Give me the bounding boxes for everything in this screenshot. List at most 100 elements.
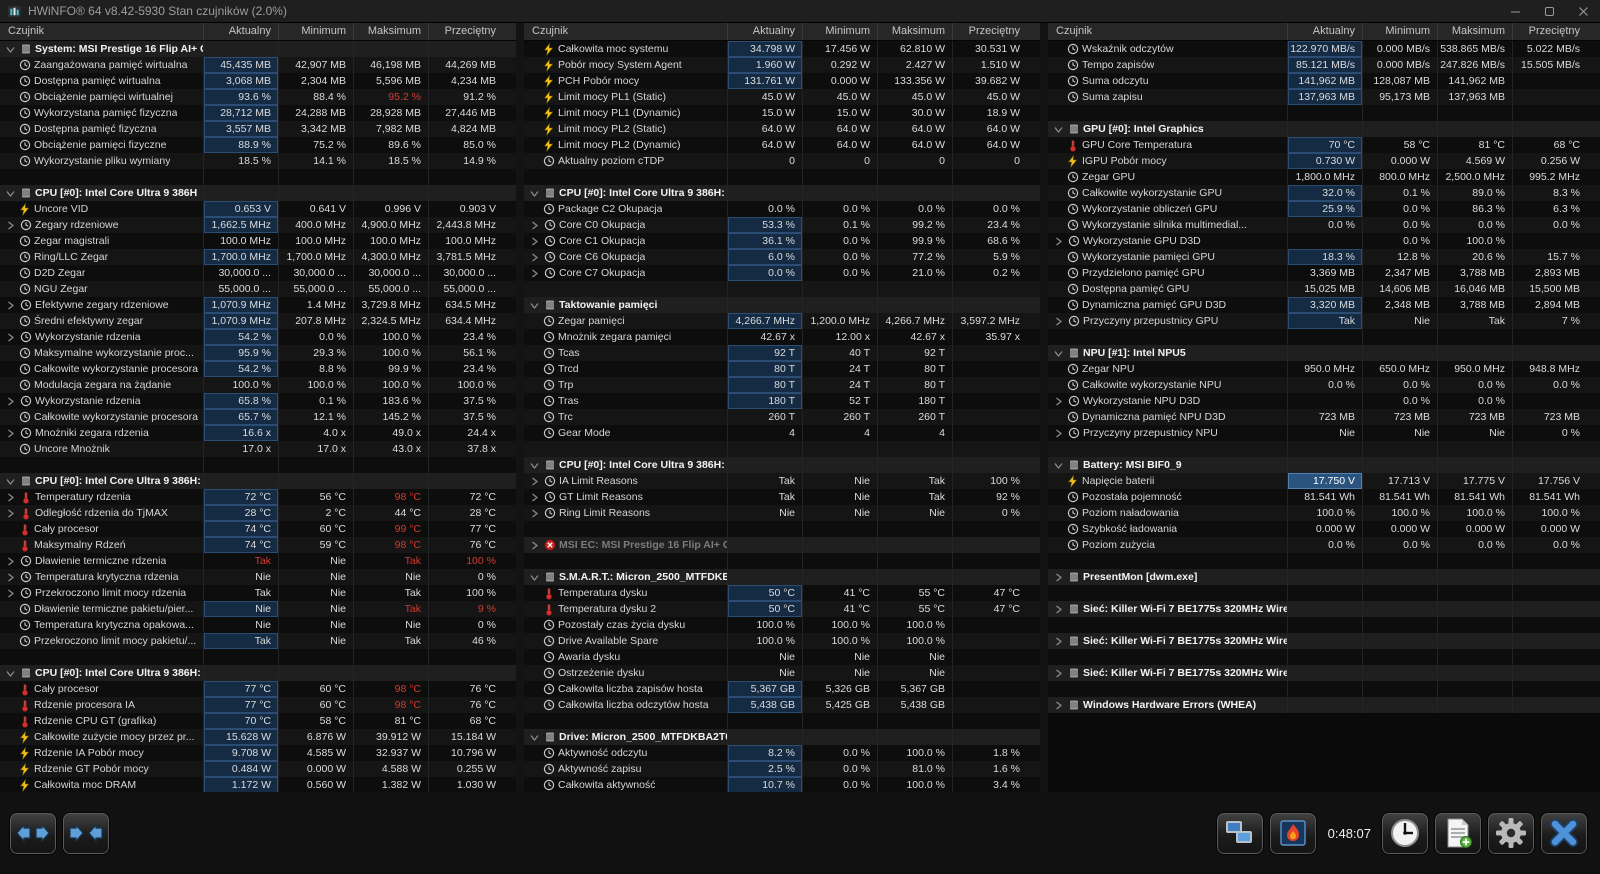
table-row[interactable]: Wykorzystanie NPU D3D0.0 %0.0 % (1048, 393, 1600, 409)
column-header-sensor[interactable]: Czujnik (1048, 23, 1287, 40)
table-row[interactable]: Zegar pamięci4,266.7 MHz1,200.0 MHz4,266… (524, 313, 1040, 329)
table-row[interactable]: Obciążenie pamięci wirtualnej93.6 %88.4 … (0, 89, 516, 105)
table-row[interactable]: Maksymalny Rdzeń74 °C59 °C98 °C76 °C (0, 537, 516, 553)
table-row[interactable]: System: MSI Prestige 16 Flip AI+ C3MTG (0, 41, 516, 57)
table-row[interactable]: Aktywność zapisu2.5 %0.0 %81.0 %1.6 % (524, 761, 1040, 777)
table-row[interactable]: Całkowita moc systemu34.798 W17.456 W62.… (524, 41, 1040, 57)
table-row[interactable]: Pozostały czas życia dysku100.0 %100.0 %… (524, 617, 1040, 633)
table-row[interactable]: Dynamiczna pamięć GPU D3D3,320 MB2,348 M… (1048, 297, 1600, 313)
table-row[interactable]: Limit mocy PL1 (Dynamic)15.0 W15.0 W30.0… (524, 105, 1040, 121)
column-header-value[interactable]: Przeciętny (428, 23, 503, 40)
column-header-value[interactable]: Minimum (802, 23, 877, 40)
table-row[interactable]: Temperatura krytyczna opakowa...NieNieNi… (0, 617, 516, 633)
table-row[interactable]: Wykorzystanie pliku wymiany18.5 %14.1 %1… (0, 153, 516, 169)
table-row[interactable]: Pobór mocy System Agent1.960 W0.292 W2.4… (524, 57, 1040, 73)
table-row[interactable]: Trcd80 T24 T80 T (524, 361, 1040, 377)
table-row[interactable]: Trc260 T260 T260 T (524, 409, 1040, 425)
table-row[interactable]: Dławienie termiczne rdzeniaTakNieTak100 … (0, 553, 516, 569)
collapse-toggle[interactable] (528, 731, 540, 743)
table-row[interactable]: Całkowita liczba odczytów hosta5,438 GB5… (524, 697, 1040, 713)
collapse-toggle[interactable] (528, 571, 540, 583)
table-row[interactable]: Drive Available Spare100.0 %100.0 %100.0… (524, 633, 1040, 649)
table-row[interactable]: Cały procesor77 °C60 °C98 °C76 °C (0, 681, 516, 697)
table-row[interactable]: Core C1 Okupacja36.1 %0.0 %99.9 %68.6 % (524, 233, 1040, 249)
table-row[interactable]: Ring Limit ReasonsNieNieNie0 % (524, 505, 1040, 521)
table-row[interactable]: Temperatura krytyczna rdzeniaNieNieNie0 … (0, 569, 516, 585)
table-row[interactable]: Suma zapisu137,963 MB95,173 MB137,963 MB (1048, 89, 1600, 105)
table-row[interactable]: Całkowita aktywność10.7 %0.0 %100.0 %3.4… (524, 777, 1040, 792)
table-row[interactable]: Zaangażowana pamięć wirtualna45,435 MB42… (0, 57, 516, 73)
table-row[interactable]: Średni efektywny zegar1,070.9 MHz207.8 M… (0, 313, 516, 329)
collapse-toggle[interactable] (1052, 123, 1064, 135)
table-row[interactable]: Całkowite wykorzystanie procesora65.7 %1… (0, 409, 516, 425)
table-row[interactable]: Całkowita liczba zapisów hosta5,367 GB5,… (524, 681, 1040, 697)
table-row[interactable]: Poziom zużycia0.0 %0.0 %0.0 %0.0 % (1048, 537, 1600, 553)
table-row[interactable]: Aktywność odczytu8.2 %0.0 %100.0 %1.8 % (524, 745, 1040, 761)
collapse-toggle[interactable] (4, 475, 16, 487)
table-row[interactable]: Przekroczono limit mocy pakietu/...TakNi… (0, 633, 516, 649)
expand-toggle[interactable] (528, 507, 540, 519)
remote-sensors-button[interactable] (1216, 812, 1264, 855)
table-row[interactable]: Rdzenie GT Pobór mocy0.484 W0.000 W4.588… (0, 761, 516, 777)
table-row[interactable]: Całkowita moc DRAM1.172 W0.560 W1.382 W1… (0, 777, 516, 792)
table-row[interactable]: CPU [#0]: Intel Core Ultra 9 386H: Enhan… (0, 665, 516, 681)
expand-toggle[interactable] (528, 219, 540, 231)
table-row[interactable]: Package C2 Okupacja0.0 %0.0 %0.0 %0.0 % (524, 201, 1040, 217)
table-row[interactable]: PresentMon [dwm.exe] (1048, 569, 1600, 585)
collapse-toggle[interactable] (4, 43, 16, 55)
table-row[interactable]: Całkowite zużycie mocy przez pr...15.628… (0, 729, 516, 745)
table-row[interactable]: Dławienie termiczne pakietu/pier...NieNi… (0, 601, 516, 617)
clock-button[interactable] (1381, 812, 1429, 855)
table-row[interactable]: Wykorzystanie silnika multimedial...0.0 … (1048, 217, 1600, 233)
expand-toggle[interactable] (4, 395, 16, 407)
expand-toggle[interactable] (528, 235, 540, 247)
table-row[interactable]: Core C7 Okupacja0.0 %0.0 %21.0 %0.2 % (524, 265, 1040, 281)
table-row[interactable]: Temperatura dysku50 °C41 °C55 °C47 °C (524, 585, 1040, 601)
table-row[interactable]: Dynamiczna pamięć NPU D3D723 MB723 MB723… (1048, 409, 1600, 425)
report-button[interactable] (1434, 812, 1482, 855)
cpu-stress-button[interactable] (1269, 812, 1317, 855)
expand-toggle[interactable] (4, 555, 16, 567)
table-row[interactable]: IGPU Pobór mocy0.730 W0.000 W4.569 W0.25… (1048, 153, 1600, 169)
collapse-toggle[interactable] (1052, 347, 1064, 359)
minimize-button[interactable] (1498, 0, 1532, 22)
table-row[interactable]: Wykorzystana pamięć fizyczna28,712 MB24,… (0, 105, 516, 121)
table-row[interactable]: Sieć: Killer Wi-Fi 7 BE1775s 320MHz Wire… (1048, 665, 1600, 681)
table-row[interactable]: Suma odczytu141,962 MB128,087 MB141,962 … (1048, 73, 1600, 89)
table-row[interactable]: Wykorzystanie rdzenia65.8 %0.1 %183.6 %3… (0, 393, 516, 409)
table-row[interactable]: NGU Zegar55,000.0 ...55,000.0 ...55,000.… (0, 281, 516, 297)
collapse-toggle[interactable] (4, 187, 16, 199)
table-row[interactable]: Gear Mode444 (524, 425, 1040, 441)
table-row[interactable]: CPU [#0]: Intel Core Ultra 9 386H: C-Sta… (524, 185, 1040, 201)
table-row[interactable]: Poziom naładowania100.0 %100.0 %100.0 %1… (1048, 505, 1600, 521)
expand-columns-button[interactable] (9, 812, 57, 855)
table-row[interactable]: Uncore Mnożnik17.0 x17.0 x43.0 x37.8 x (0, 441, 516, 457)
table-row[interactable]: Tempo zapisów85.121 MB/s0.000 MB/s247.82… (1048, 57, 1600, 73)
expand-toggle[interactable] (528, 251, 540, 263)
table-row[interactable]: Maksymalne wykorzystanie proc...95.9 %29… (0, 345, 516, 361)
expand-toggle[interactable] (528, 539, 540, 551)
table-row[interactable]: Rdzenie IA Pobór mocy9.708 W4.585 W32.93… (0, 745, 516, 761)
table-row[interactable]: IA Limit ReasonsTakNieTak100 % (524, 473, 1040, 489)
column-header-value[interactable]: Aktualny (1287, 23, 1362, 40)
table-row[interactable]: Dostępna pamięć GPU15,025 MB14,606 MB16,… (1048, 281, 1600, 297)
table-row[interactable]: Napięcie baterii17.750 V17.713 V17.775 V… (1048, 473, 1600, 489)
column-header-value[interactable]: Aktualny (727, 23, 802, 40)
column-header-value[interactable]: Minimum (278, 23, 353, 40)
table-row[interactable]: GPU Core Temperatura70 °C58 °C81 °C68 °C (1048, 137, 1600, 153)
table-row[interactable]: GPU [#0]: Intel Graphics (1048, 121, 1600, 137)
expand-toggle[interactable] (4, 491, 16, 503)
table-row[interactable]: NPU [#1]: Intel NPU5 (1048, 345, 1600, 361)
table-row[interactable]: Dostępna pamięć fizyczna3,557 MB3,342 MB… (0, 121, 516, 137)
table-row[interactable]: Zegar magistrali100.0 MHz100.0 MHz100.0 … (0, 233, 516, 249)
table-row[interactable]: Modulacja zegara na żądanie100.0 %100.0 … (0, 377, 516, 393)
table-row[interactable]: CPU [#0]: Intel Core Ultra 9 386H (0, 185, 516, 201)
table-row[interactable]: Zegar GPU1,800.0 MHz800.0 MHz2,500.0 MHz… (1048, 169, 1600, 185)
table-row[interactable]: Trp80 T24 T80 T (524, 377, 1040, 393)
settings-button[interactable] (1487, 812, 1535, 855)
column-header-value[interactable]: Przeciętny (1512, 23, 1587, 40)
table-row[interactable]: Ring/LLC Zegar1,700.0 MHz1,700.0 MHz4,30… (0, 249, 516, 265)
expand-toggle[interactable] (4, 587, 16, 599)
table-row[interactable]: Wykorzystanie GPU D3D0.0 %100.0 % (1048, 233, 1600, 249)
table-row[interactable]: Przekroczono limit mocy rdzeniaTakNieTak… (0, 585, 516, 601)
